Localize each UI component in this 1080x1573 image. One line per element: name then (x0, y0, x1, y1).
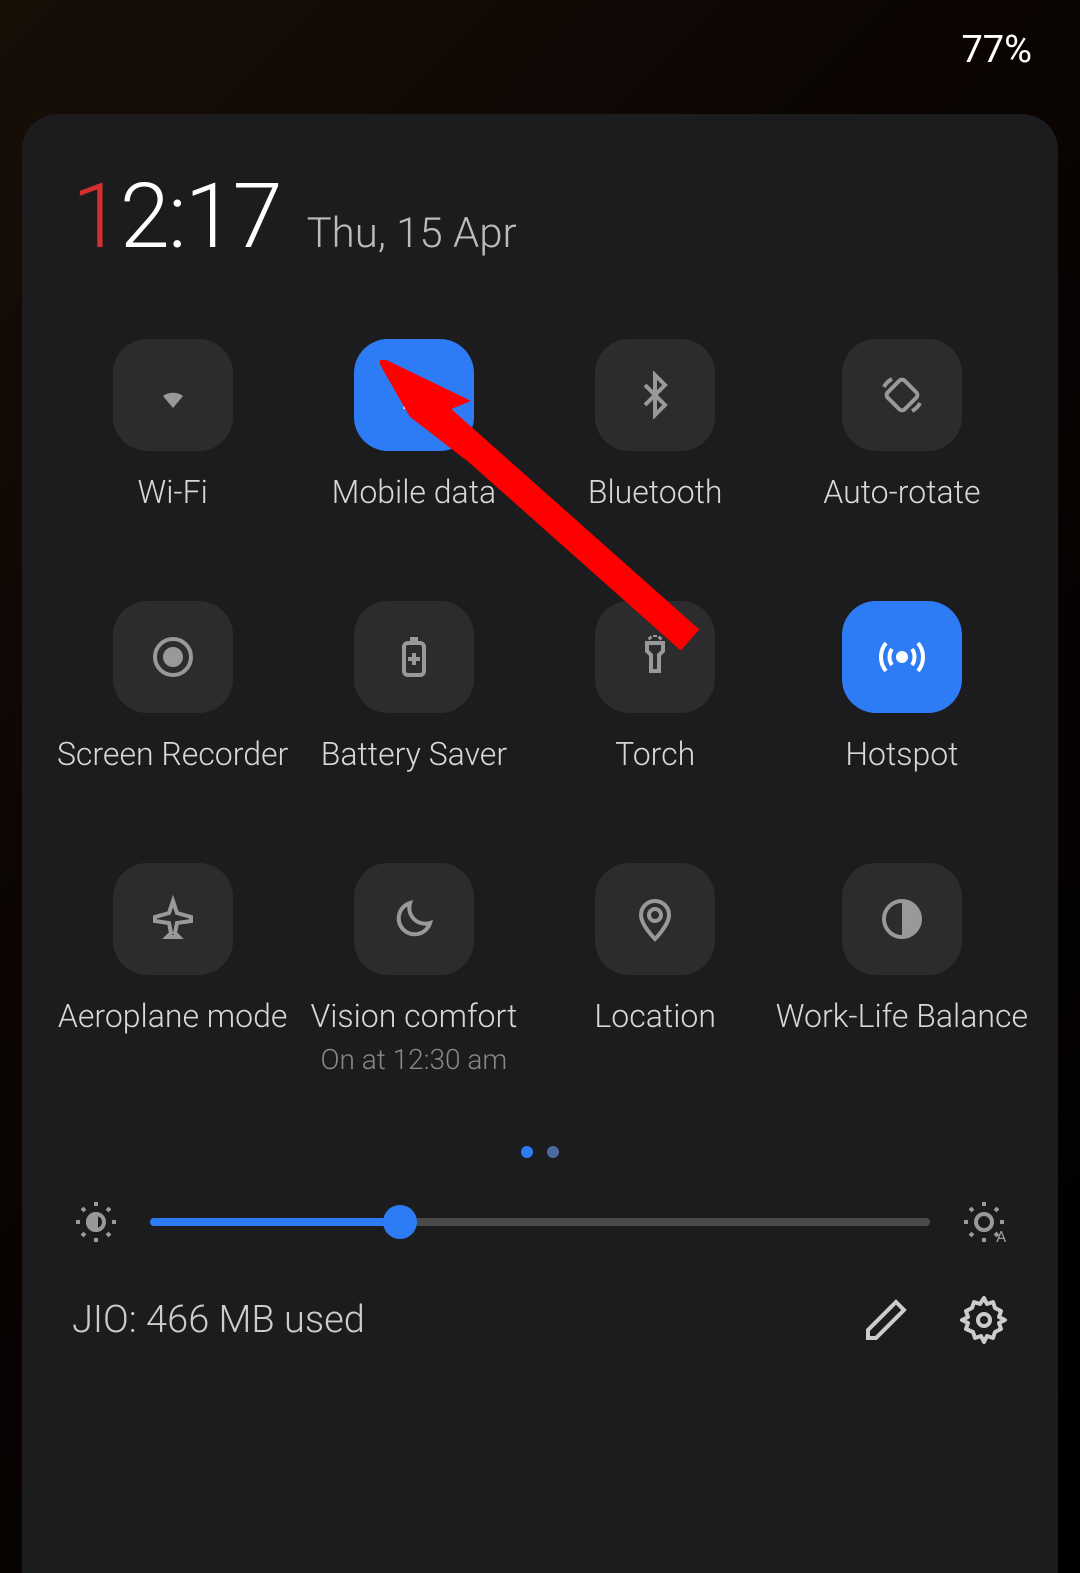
vision-comfort-sublabel: On at 12:30 am (321, 1043, 508, 1076)
battery-saver-tile: Battery Saver (293, 601, 534, 773)
torch-button[interactable] (595, 601, 715, 713)
mobile-data-tile: Mobile data (293, 339, 534, 511)
mobile-data-icon (390, 371, 438, 419)
auto-rotate-tile: Auto-rotate (776, 339, 1028, 511)
work-life-balance-label: Work-Life Balance (776, 997, 1028, 1035)
aeroplane-mode-tile: Aeroplane mode (52, 863, 293, 1076)
pagination-dots[interactable] (52, 1146, 1028, 1158)
footer-status: JIO: 466 MB used (72, 1298, 862, 1342)
status-bar-battery: 77% (961, 28, 1032, 72)
settings-icon[interactable] (960, 1296, 1008, 1344)
svg-text:A: A (996, 1227, 1007, 1246)
screen-recorder-tile: Screen Recorder (52, 601, 293, 773)
wifi-icon (149, 371, 197, 419)
hotspot-label: Hotspot (845, 735, 958, 773)
brightness-slider[interactable] (150, 1218, 930, 1226)
mobile-data-button[interactable] (354, 339, 474, 451)
brightness-auto-icon[interactable]: A (960, 1198, 1008, 1246)
page-dot-2 (547, 1146, 559, 1158)
bluetooth-label: Bluetooth (588, 473, 723, 511)
quick-settings-panel: 12:17 Thu, 15 Apr Wi-Fi Mobile data Blue… (22, 114, 1058, 1573)
record-icon (149, 633, 197, 681)
screen-recorder-button[interactable] (113, 601, 233, 713)
work-life-balance-tile: Work-Life Balance (776, 863, 1028, 1076)
battery-icon (390, 633, 438, 681)
torch-tile: Torch (535, 601, 776, 773)
bluetooth-button[interactable] (595, 339, 715, 451)
wifi-tile: Wi-Fi (52, 339, 293, 511)
footer-row: JIO: 466 MB used (52, 1296, 1028, 1344)
bluetooth-tile: Bluetooth (535, 339, 776, 511)
moon-icon (390, 895, 438, 943)
screen-recorder-label: Screen Recorder (57, 735, 288, 773)
vision-comfort-label: Vision comfort (310, 997, 517, 1035)
vision-comfort-tile: Vision comfort On at 12:30 am (293, 863, 534, 1076)
tiles-grid: Wi-Fi Mobile data Bluetooth Auto-rotate (52, 339, 1028, 1076)
aeroplane-mode-label: Aeroplane mode (58, 997, 288, 1035)
airplane-icon (149, 895, 197, 943)
wifi-button[interactable] (113, 339, 233, 451)
auto-rotate-icon (878, 371, 926, 419)
battery-saver-button[interactable] (354, 601, 474, 713)
mobile-data-label: Mobile data (332, 473, 496, 511)
location-tile: Location (535, 863, 776, 1076)
brightness-row: A (52, 1198, 1028, 1246)
auto-rotate-label: Auto-rotate (823, 473, 980, 511)
clock-time: 12:17 (72, 164, 281, 269)
auto-rotate-button[interactable] (842, 339, 962, 451)
hotspot-tile: Hotspot (776, 601, 1028, 773)
clock-row: 12:17 Thu, 15 Apr (72, 164, 1028, 269)
hotspot-button[interactable] (842, 601, 962, 713)
location-icon (631, 895, 679, 943)
brightness-thumb[interactable] (383, 1205, 417, 1239)
location-button[interactable] (595, 863, 715, 975)
clock-rest: 2:17 (120, 164, 281, 269)
page-dot-1 (521, 1146, 533, 1158)
footer-icons (862, 1296, 1008, 1344)
aeroplane-mode-button[interactable] (113, 863, 233, 975)
brightness-fill (150, 1218, 400, 1226)
torch-label: Torch (615, 735, 695, 773)
clock-hour-accent: 1 (72, 164, 120, 269)
bluetooth-icon (631, 371, 679, 419)
hotspot-icon (878, 633, 926, 681)
battery-saver-label: Battery Saver (321, 735, 507, 773)
work-life-balance-button[interactable] (842, 863, 962, 975)
wifi-label: Wi-Fi (138, 473, 208, 511)
balance-icon (878, 895, 926, 943)
clock-date: Thu, 15 Apr (307, 209, 517, 258)
edit-icon[interactable] (862, 1296, 910, 1344)
location-label: Location (594, 997, 715, 1035)
vision-comfort-button[interactable] (354, 863, 474, 975)
brightness-low-icon (72, 1198, 120, 1246)
torch-icon (631, 633, 679, 681)
